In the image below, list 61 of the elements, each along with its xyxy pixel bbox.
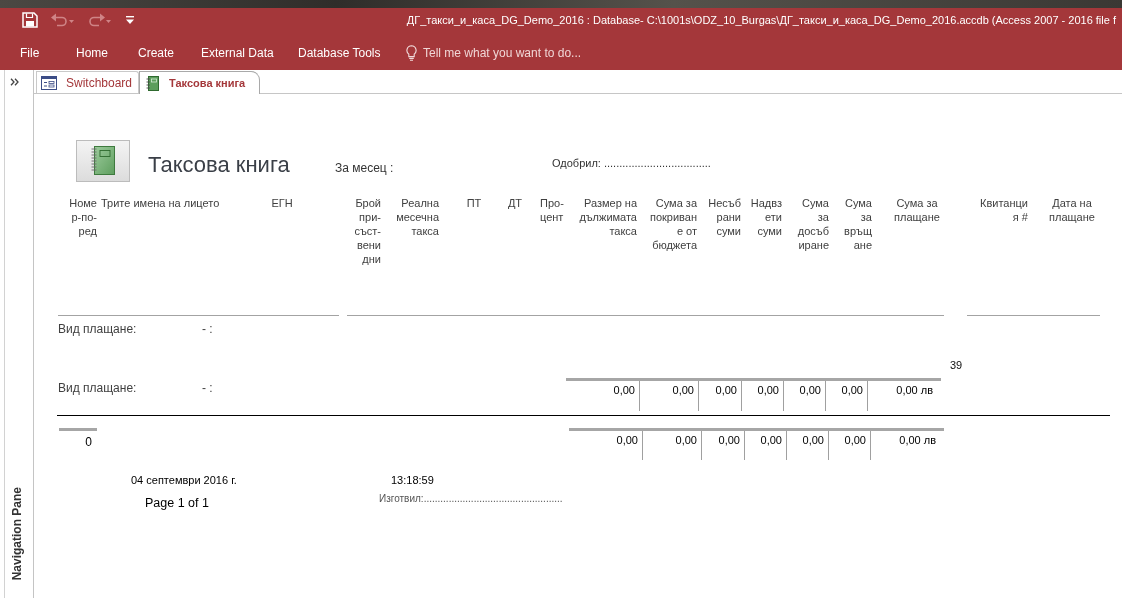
page-number: Page 1 of 1	[145, 495, 209, 511]
column-header: Квитанци я #	[979, 196, 1028, 224]
ribbon-tab[interactable]: File	[14, 42, 46, 64]
column-header: Размер на дължимата такса	[578, 196, 637, 238]
group-label: Вид плащане:	[58, 321, 137, 337]
print-time: 13:18:59	[391, 473, 434, 487]
total-cell-text: 0,00	[615, 433, 639, 448]
total-cell: 0,00	[698, 381, 741, 411]
total-cell: 0,00	[828, 431, 870, 460]
month-label: За месец :	[335, 160, 394, 176]
grand-total-count: 0	[85, 434, 92, 450]
ribbon-tab[interactable]: Database Tools	[292, 42, 387, 64]
column-header: Номе р-по- ред	[68, 196, 97, 238]
ribbon-tab[interactable]: External Data	[195, 42, 280, 64]
document-tab[interactable]: Таксова книга	[139, 71, 261, 94]
column-header: Трите имена на лицето	[101, 196, 220, 210]
record-count: 39	[950, 359, 963, 371]
document-tab[interactable]: Switchboard	[36, 71, 140, 93]
total-cell: 0,00	[744, 431, 786, 460]
total-cell: 0,00	[825, 381, 867, 411]
print-date: 04 септември 2016 г.	[131, 473, 237, 487]
column-header: Сума за досъб иране	[796, 196, 829, 252]
report-title: Таксова книга	[148, 152, 290, 178]
navigation-pane-label[interactable]: Navigation Pane	[10, 486, 24, 580]
column-header: Брой при- съст- вени дни	[353, 196, 381, 266]
group-value: - :	[202, 321, 213, 337]
customize-caret-icon[interactable]	[126, 16, 134, 24]
notebook-icon	[76, 140, 130, 182]
total-cell: 0,00	[741, 381, 783, 411]
lightbulb-icon	[406, 45, 417, 61]
column-header: Сума за покриван е от бюджета	[648, 196, 697, 252]
tell-me-field[interactable]: Tell me what you want to do...	[420, 44, 606, 62]
total-cell: 0,00	[783, 381, 825, 411]
ribbon-tab[interactable]: Home	[70, 42, 114, 64]
total-cell: 0,00	[639, 381, 698, 411]
column-header: ДТ	[507, 196, 523, 210]
total-cell: 0,00	[642, 431, 701, 460]
approved-by-line: Одобрил: ...................................	[552, 156, 711, 170]
notebook-icon	[146, 75, 160, 91]
total-cell: 0,00 лв	[870, 431, 944, 460]
total-cell: 0,00	[786, 431, 828, 460]
window-title: ДГ_такси_и_каса_DG_Demo_2016 : Database- C:\1001s\ODZ_10_Burgas\ДГ_такси_и_каса_DG_Demo_2016.accdb (Access 2007 - 2016 file f	[406, 14, 1116, 26]
column-header: ПТ	[466, 196, 482, 210]
total-cell: 0,00 лв	[867, 381, 941, 411]
column-header: Про- цент	[540, 196, 565, 224]
group-label: Вид плащане:	[58, 380, 137, 396]
column-header: Сума за плащане	[893, 196, 941, 224]
column-header: Сума за връщ ане	[843, 196, 872, 252]
column-header: Надвз ети суми	[749, 196, 782, 238]
prepared-by-line: Изготвил:..................................................	[379, 493, 563, 505]
total-cell: 0,00	[701, 431, 744, 460]
column-header: Дата на плащане	[1048, 196, 1096, 224]
form-icon	[41, 75, 57, 90]
group-value: - :	[202, 380, 213, 396]
save-icon[interactable]	[22, 12, 38, 28]
expand-chevrons-icon[interactable]	[10, 78, 19, 86]
total-cell-text: 0,00	[612, 383, 636, 398]
ribbon-tab[interactable]: Create	[132, 42, 181, 64]
column-header: ЕГН	[271, 196, 293, 210]
column-header: Реална месечна такса	[395, 196, 439, 238]
column-header: Несъб рани суми	[707, 196, 741, 238]
